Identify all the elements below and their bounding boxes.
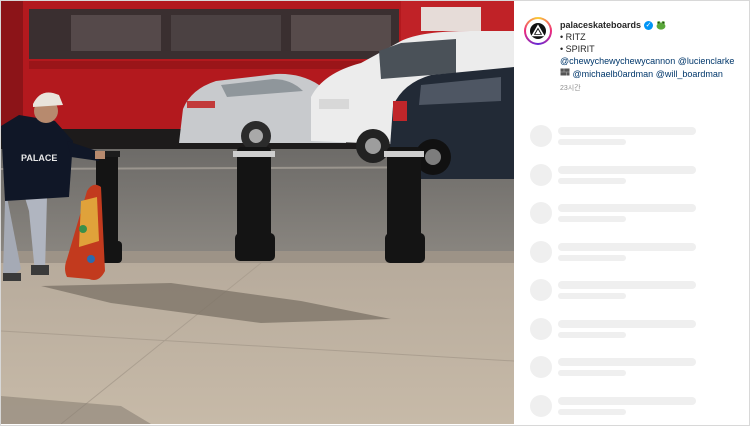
video-frame: PALACE [1,1,514,424]
comment-placeholder [530,123,700,147]
placeholder-line [558,139,626,145]
mention-link[interactable]: @michaelb0ardman [573,69,654,79]
placeholder-line [558,331,626,338]
placeholder-line [558,358,696,366]
caption-line-1: • RITZ [560,32,586,42]
post-caption: palaceskateboards ✓ • RITZ • SPIRIT @che… [560,19,746,95]
placeholder-line [558,242,696,251]
placeholder-avatar [530,163,552,186]
placeholder-line [558,165,696,174]
comment-placeholder [530,316,700,340]
comment-placeholder [530,277,700,301]
placeholder-line [558,177,626,184]
placeholder-line [558,216,626,222]
palace-triangle-logo-icon [530,23,546,39]
placeholder-line [558,319,696,328]
caption-line-2: • SPIRIT [560,44,595,54]
brick-emoji-icon [560,68,570,76]
post-sidebar: palaceskateboards ✓ • RITZ • SPIRIT @che… [514,1,749,424]
author-line: palaceskateboards ✓ [560,19,746,31]
author-username[interactable]: palaceskateboards [560,19,641,31]
comment-placeholder [530,393,700,417]
comment-placeholder [530,354,700,378]
placeholder-avatar [530,279,552,301]
placeholder-avatar [530,240,552,263]
verified-badge-icon: ✓ [644,20,654,30]
post-timestamp[interactable]: 23시간 [560,83,746,95]
placeholder-avatar [530,202,552,224]
placeholder-line [558,254,626,261]
caption-mentions-row-1: @chewychewychewycannon @lucienclarke [560,55,746,67]
bollard-middle [233,147,275,261]
comment-placeholder [530,200,700,224]
mention-link[interactable]: @lucienclarke [678,56,735,66]
placeholder-line [558,293,626,299]
comment-placeholder [530,239,700,263]
placeholder-line [558,204,696,212]
mention-link[interactable]: @chewychewychewycannon [560,56,675,66]
caption-mentions-row-2: @michaelb0ardman @will_boardman [560,67,746,79]
profile-avatar[interactable] [524,17,552,45]
frog-emoji-icon [656,21,666,30]
placeholder-line [558,370,626,376]
mention-link[interactable]: @will_boardman [656,69,723,79]
placeholder-line [558,127,696,135]
placeholder-avatar [530,317,552,340]
placeholder-avatar [530,394,552,417]
comment-placeholder [530,162,700,186]
placeholder-line [558,408,626,415]
placeholder-line [558,281,696,289]
placeholder-line [558,396,696,405]
placeholder-avatar [530,125,552,147]
shirt-text: PALACE [21,153,57,163]
bollard-right [384,147,425,263]
post-video[interactable]: PALACE [1,1,514,424]
placeholder-avatar [530,356,552,378]
